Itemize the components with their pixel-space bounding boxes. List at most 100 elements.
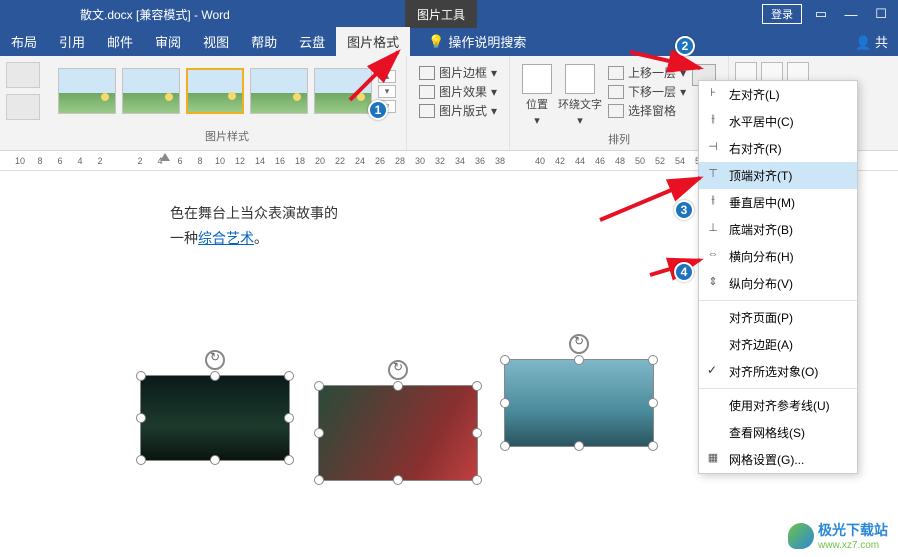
align-right[interactable]: ⊣右对齐(R) (699, 135, 857, 162)
ruler-tick: 46 (590, 156, 610, 166)
ruler-tick: 32 (430, 156, 450, 166)
grid-settings[interactable]: ▦网格设置(G)... (699, 446, 857, 473)
ruler-tick: 26 (370, 156, 390, 166)
ruler-tick: 6 (50, 156, 70, 166)
ruler-tick: 24 (350, 156, 370, 166)
tab-layout[interactable]: 布局 (0, 27, 48, 56)
size-button[interactable] (761, 62, 783, 82)
dist-h-icon: ⇔ (705, 248, 721, 262)
align-center-h[interactable]: ⫲水平居中(C) (699, 108, 857, 135)
align-dropdown: ⊦左对齐(L) ⫲水平居中(C) ⊣右对齐(R) ⊤顶端对齐(T) ⫲垂直居中(… (698, 80, 858, 474)
align-to-page[interactable]: 对齐页面(P) (699, 304, 857, 331)
remove-background-button[interactable] (6, 62, 40, 88)
forward-icon (608, 66, 624, 80)
tell-me[interactable]: 💡 操作说明搜索 (418, 27, 536, 56)
align-left[interactable]: ⊦左对齐(L) (699, 81, 857, 108)
ruler-tick: 12 (230, 156, 250, 166)
ribbon-left-group (0, 56, 48, 150)
style-thumb[interactable] (250, 68, 308, 114)
selection-pane-button[interactable]: 选择窗格 (608, 102, 686, 119)
align-top[interactable]: ⊤顶端对齐(T) (699, 162, 857, 189)
distribute-h[interactable]: ⇔横向分布(H) (699, 243, 857, 270)
style-thumb[interactable] (314, 68, 372, 114)
separator (699, 300, 857, 301)
maximize-icon[interactable]: ☐ (870, 6, 892, 22)
document-text: 色在舞台上当众表演故事的 一种综合艺术。 (170, 201, 338, 251)
style-thumb[interactable] (122, 68, 180, 114)
text-line: 色在舞台上当众表演故事的 (170, 201, 338, 226)
align-top-icon: ⊤ (705, 167, 721, 181)
ruler-tick: 54 (670, 156, 690, 166)
ruler-tick: 38 (490, 156, 510, 166)
style-thumb[interactable] (58, 68, 116, 114)
corrections-button[interactable] (6, 94, 40, 120)
ruler-tick: 2 (130, 156, 150, 166)
picture-border-button[interactable]: 图片边框▾ (419, 64, 497, 81)
annotation-badge-3: 3 (674, 200, 694, 220)
annotation-badge-4: 4 (674, 262, 694, 282)
border-icon (419, 66, 435, 80)
ruler-tick: 4 (70, 156, 90, 166)
ruler-indent-marker[interactable] (160, 153, 170, 161)
ruler-tick: 8 (30, 156, 50, 166)
use-alignment-guides[interactable]: 使用对齐参考线(U) (699, 392, 857, 419)
bulb-icon: 💡 (428, 34, 444, 50)
ruler-tick: 14 (250, 156, 270, 166)
distribute-v[interactable]: ⇕纵向分布(V) (699, 270, 857, 297)
tab-help[interactable]: 帮助 (240, 27, 288, 56)
ruler-tick: 20 (310, 156, 330, 166)
send-backward-button[interactable]: 下移一层▾ (608, 83, 686, 100)
ruler-tick: 10 (210, 156, 230, 166)
hyperlink[interactable]: 综合艺术 (198, 230, 254, 246)
effects-icon (419, 85, 435, 99)
picture-effects-button[interactable]: 图片效果▾ (419, 83, 497, 100)
size-stepper[interactable] (787, 62, 809, 82)
selected-image[interactable] (504, 359, 654, 447)
picture-layout-button[interactable]: 图片版式▾ (419, 102, 497, 119)
bring-forward-button[interactable]: 上移一层▾ (608, 64, 686, 81)
window-title: 散文.docx [兼容模式] - Word (0, 6, 365, 23)
selected-image[interactable] (318, 385, 478, 481)
tab-mailings[interactable]: 邮件 (96, 27, 144, 56)
ruler-tick: 48 (610, 156, 630, 166)
align-bottom-icon: ⊥ (705, 221, 721, 235)
tab-view[interactable]: 视图 (192, 27, 240, 56)
align-bottom[interactable]: ⊥底端对齐(B) (699, 216, 857, 243)
align-middle[interactable]: ⫲垂直居中(M) (699, 189, 857, 216)
ruler-tick: 2 (90, 156, 110, 166)
tab-references[interactable]: 引用 (48, 27, 96, 56)
align-left-icon: ⊦ (705, 86, 721, 100)
ruler-tick: 18 (290, 156, 310, 166)
ruler-tick: 6 (170, 156, 190, 166)
annotation-badge-2: 2 (675, 36, 695, 56)
crop-button[interactable] (735, 62, 757, 82)
ribbon-display-icon[interactable]: ▭ (810, 6, 832, 22)
annotation-badge-1: 1 (368, 100, 388, 120)
tab-review[interactable]: 审阅 (144, 27, 192, 56)
dist-v-icon: ⇕ (705, 275, 721, 289)
piclayout-icon (419, 104, 435, 118)
group-label-arrange: 排列 (516, 131, 722, 149)
share-button[interactable]: 👤 共 (845, 27, 898, 56)
ruler-tick: 16 (270, 156, 290, 166)
ruler-tick: 50 (630, 156, 650, 166)
ruler-tick: 52 (650, 156, 670, 166)
align-to-margin[interactable]: 对齐边距(A) (699, 331, 857, 358)
contextual-tab-label: 图片工具 (405, 0, 477, 28)
tell-me-text: 操作说明搜索 (448, 32, 526, 51)
tab-cloud[interactable]: 云盘 (288, 27, 336, 56)
ruler-tick: 10 (10, 156, 30, 166)
login-button[interactable]: 登录 (762, 4, 802, 24)
selected-image[interactable] (140, 375, 290, 461)
ruler-tick: 22 (330, 156, 350, 166)
align-vcenter-icon: ⫲ (705, 194, 721, 208)
watermark-name: 极光下载站 (818, 520, 888, 540)
position-button[interactable]: 位置▾ (522, 64, 552, 127)
view-gridlines[interactable]: 查看网格线(S) (699, 419, 857, 446)
tab-picture-format[interactable]: 图片格式 (336, 27, 410, 56)
minimize-icon[interactable]: — (840, 7, 862, 22)
style-thumb-selected[interactable] (186, 68, 244, 114)
align-right-icon: ⊣ (705, 140, 721, 154)
wrap-text-button[interactable]: 环绕文字▾ (558, 64, 602, 127)
align-selected-objects[interactable]: 对齐所选对象(O) (699, 358, 857, 385)
